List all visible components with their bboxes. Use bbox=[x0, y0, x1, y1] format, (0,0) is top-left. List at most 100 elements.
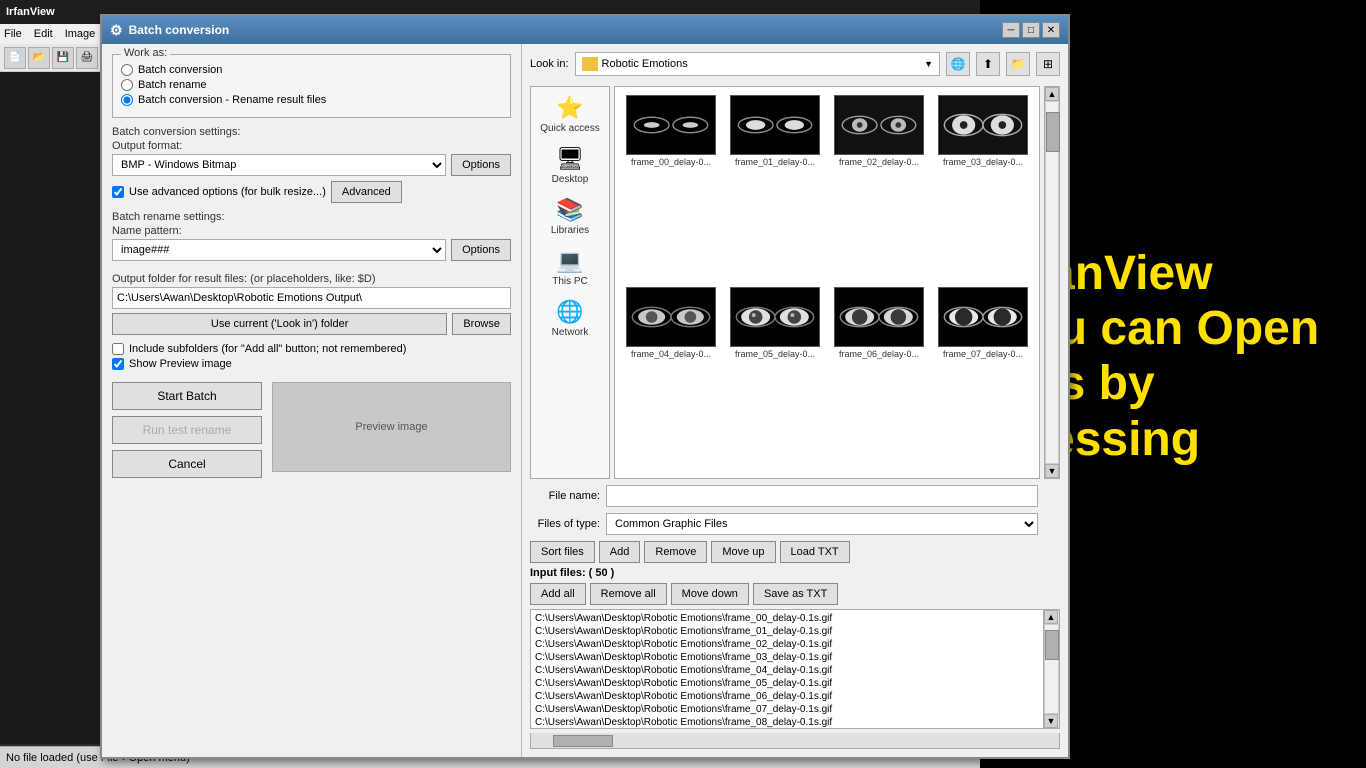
sort-files-button[interactable]: Sort files bbox=[530, 541, 595, 563]
browser-sidebar: ⭐ Quick access 🖥 Desktop 📚 Libraries 💻 T… bbox=[530, 86, 610, 479]
scroll-track[interactable] bbox=[1045, 101, 1059, 464]
browse-button[interactable]: Browse bbox=[452, 313, 511, 335]
advanced-options-row: Use advanced options (for bulk resize...… bbox=[112, 181, 511, 203]
dialog-minimize-btn[interactable]: ─ bbox=[1002, 22, 1020, 38]
list-item: C:\Users\Awan\Desktop\Robotic Emotions\f… bbox=[533, 677, 1041, 690]
list-hscrollbar[interactable] bbox=[530, 733, 1060, 749]
quick-access-label: Quick access bbox=[540, 123, 599, 134]
file-item-3[interactable]: frame_03_delay-0... bbox=[933, 93, 1033, 281]
file-name-2: frame_02_delay-0... bbox=[839, 157, 919, 167]
nav-view-btn[interactable]: ⊞ bbox=[1036, 52, 1060, 76]
bottom-section: Start Batch Run test rename Cancel Previ… bbox=[112, 382, 511, 478]
include-subfolders-checkbox[interactable] bbox=[112, 343, 124, 355]
file-item-0[interactable]: frame_00_delay-0... bbox=[621, 93, 721, 281]
sidebar-this-pc[interactable]: 💻 This PC bbox=[531, 244, 609, 291]
dialog-title-area: ⚙ Batch conversion bbox=[110, 22, 229, 39]
file-name-0: frame_00_delay-0... bbox=[631, 157, 711, 167]
file-item-1[interactable]: frame_01_delay-0... bbox=[725, 93, 825, 281]
cancel-button[interactable]: Cancel bbox=[112, 450, 262, 478]
libraries-label: Libraries bbox=[551, 225, 589, 236]
sidebar-network[interactable]: 🌐 Network bbox=[531, 295, 609, 342]
name-pattern-row: image### Options bbox=[112, 239, 511, 261]
options-checkboxes: Include subfolders (for "Add all" button… bbox=[112, 343, 511, 370]
add-button[interactable]: Add bbox=[599, 541, 641, 563]
work-as-label: Work as: bbox=[121, 47, 170, 59]
menu-image[interactable]: Image bbox=[65, 28, 96, 40]
load-txt-button[interactable]: Load TXT bbox=[780, 541, 850, 563]
files-of-type-dropdown[interactable]: Common Graphic Files bbox=[606, 513, 1038, 535]
scroll-thumb[interactable] bbox=[1046, 112, 1060, 152]
this-pc-label: This PC bbox=[552, 276, 588, 287]
file-name-4: frame_04_delay-0... bbox=[631, 349, 711, 359]
list-scroll-up[interactable]: ▲ bbox=[1044, 610, 1058, 624]
menu-file[interactable]: File bbox=[4, 28, 22, 40]
name-options-button[interactable]: Options bbox=[451, 239, 511, 261]
file-item-6[interactable]: frame_06_delay-0... bbox=[829, 285, 929, 473]
advanced-button[interactable]: Advanced bbox=[331, 181, 402, 203]
sidebar-desktop[interactable]: 🖥 Desktop bbox=[531, 142, 609, 189]
file-name-5: frame_05_delay-0... bbox=[735, 349, 815, 359]
thumbnail-4 bbox=[626, 287, 716, 347]
sidebar-libraries[interactable]: 📚 Libraries bbox=[531, 193, 609, 240]
file-name-input[interactable] bbox=[606, 485, 1038, 507]
nav-up-btn[interactable]: ⬆ bbox=[976, 52, 1000, 76]
remove-all-button[interactable]: Remove all bbox=[590, 583, 667, 605]
move-down-button[interactable]: Move down bbox=[671, 583, 749, 605]
dialog-window-controls: ─ □ ✕ bbox=[1002, 22, 1060, 38]
name-pattern-dropdown[interactable]: image### bbox=[112, 239, 446, 261]
show-preview-checkbox[interactable] bbox=[112, 358, 124, 370]
batch-conversion-settings: Batch conversion settings: Output format… bbox=[112, 126, 511, 203]
dialog-close-btn[interactable]: ✕ bbox=[1042, 22, 1060, 38]
file-item-2[interactable]: frame_02_delay-0... bbox=[829, 93, 929, 281]
scroll-up-arrow[interactable]: ▲ bbox=[1045, 87, 1059, 101]
output-format-label: Output format: bbox=[112, 140, 511, 152]
nav-back-btn[interactable]: 🌐 bbox=[946, 52, 970, 76]
toolbar-print[interactable]: 🖨 bbox=[76, 47, 98, 69]
file-item-5[interactable]: frame_05_delay-0... bbox=[725, 285, 825, 473]
remove-button[interactable]: Remove bbox=[644, 541, 707, 563]
list-scroll-track[interactable] bbox=[1044, 624, 1059, 714]
look-in-row: Look in: Robotic Emotions ▼ 🌐 ⬆ 📁 ⊞ bbox=[530, 52, 1060, 76]
list-scroll-thumb[interactable] bbox=[1045, 630, 1059, 660]
file-name-row: File name: bbox=[530, 485, 1060, 507]
sidebar-quick-access[interactable]: ⭐ Quick access bbox=[531, 91, 609, 138]
radio-batch-conversion[interactable] bbox=[121, 64, 133, 76]
output-folder-input[interactable] bbox=[112, 287, 511, 309]
batch-conversion-settings-label: Batch conversion settings: bbox=[112, 126, 511, 138]
advanced-options-checkbox[interactable] bbox=[112, 186, 124, 198]
move-up-button[interactable]: Move up bbox=[711, 541, 775, 563]
input-files-listbox[interactable]: C:\Users\Awan\Desktop\Robotic Emotions\f… bbox=[530, 609, 1044, 729]
dialog-left-panel: Work as: Batch conversion Batch rename B… bbox=[102, 44, 522, 757]
name-pattern-label: Name pattern: bbox=[112, 225, 511, 237]
run-test-button[interactable]: Run test rename bbox=[112, 416, 262, 444]
scroll-down-arrow[interactable]: ▼ bbox=[1045, 464, 1059, 478]
listbox-scrollbar[interactable]: ▲ ▼ bbox=[1044, 609, 1060, 729]
use-current-folder-button[interactable]: Use current ('Look in') folder bbox=[112, 313, 447, 335]
radio-batch-rename[interactable] bbox=[121, 79, 133, 91]
list-scroll-down[interactable]: ▼ bbox=[1044, 714, 1058, 728]
toolbar-new[interactable]: 📄 bbox=[4, 47, 26, 69]
advanced-options-label: Use advanced options (for bulk resize...… bbox=[129, 186, 326, 198]
start-batch-button[interactable]: Start Batch bbox=[112, 382, 262, 410]
file-item-7[interactable]: frame_07_delay-0... bbox=[933, 285, 1033, 473]
batch-conversion-dialog: ⚙ Batch conversion ─ □ ✕ Work as: Batch … bbox=[100, 14, 1070, 759]
toolbar-save[interactable]: 💾 bbox=[52, 47, 74, 69]
input-files-header-row1: Sort files Add Remove Move up Load TXT bbox=[530, 541, 1060, 563]
add-all-button[interactable]: Add all bbox=[530, 583, 586, 605]
show-preview-row: Show Preview image bbox=[112, 358, 511, 370]
list-hscroll-thumb[interactable] bbox=[553, 735, 613, 747]
dialog-maximize-btn[interactable]: □ bbox=[1022, 22, 1040, 38]
save-as-txt-button[interactable]: Save as TXT bbox=[753, 583, 838, 605]
toolbar-open[interactable]: 📂 bbox=[28, 47, 50, 69]
file-item-4[interactable]: frame_04_delay-0... bbox=[621, 285, 721, 473]
list-item: C:\Users\Awan\Desktop\Robotic Emotions\f… bbox=[533, 612, 1041, 625]
options-button[interactable]: Options bbox=[451, 154, 511, 176]
radio-batch-conversion-rename[interactable] bbox=[121, 94, 133, 106]
output-format-dropdown[interactable]: BMP - Windows Bitmap bbox=[112, 154, 446, 176]
file-grid-scrollbar[interactable]: ▲ ▼ bbox=[1044, 86, 1060, 479]
nav-folder-btn[interactable]: 📁 bbox=[1006, 52, 1030, 76]
list-item: C:\Users\Awan\Desktop\Robotic Emotions\f… bbox=[533, 625, 1041, 638]
look-in-dropdown[interactable]: Robotic Emotions ▼ bbox=[575, 52, 940, 76]
menu-edit[interactable]: Edit bbox=[34, 28, 53, 40]
list-item: C:\Users\Awan\Desktop\Robotic Emotions\f… bbox=[533, 638, 1041, 651]
